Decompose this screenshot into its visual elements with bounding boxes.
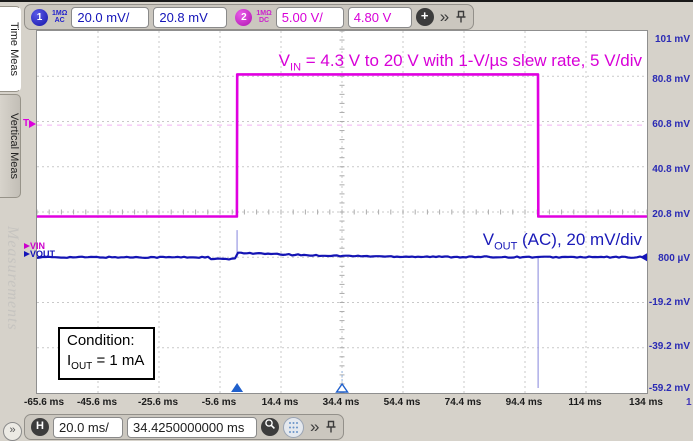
- channel1-scale-field[interactable]: 20.0 mV/: [71, 7, 149, 28]
- channel1-impedance: 1MΩ: [52, 10, 67, 17]
- add-channel-button[interactable]: +: [416, 8, 434, 26]
- y-axis-label: -59.2 mV: [646, 383, 690, 394]
- display-dots-button[interactable]: [283, 417, 304, 438]
- x-axis-label: -65.6 ms: [18, 397, 70, 408]
- channel1-button[interactable]: 1: [31, 9, 48, 26]
- channel2-button[interactable]: 2: [235, 9, 252, 26]
- oscilloscope-app: Time Meas Vertical Meas Measurements » 1…: [0, 0, 693, 441]
- channel2-scale-field[interactable]: 5.00 V/: [276, 7, 344, 28]
- x-axis-label: 74.4 ms: [437, 397, 489, 408]
- horizontal-button[interactable]: H: [31, 418, 49, 436]
- y-axis-label: -19.2 mV: [646, 297, 690, 308]
- horizontal-toolbar: H 20.0 ms/ 34.4250000000 ms »: [24, 414, 344, 440]
- y-axis-label: 101 mV: [646, 34, 690, 45]
- trigger-level-marker[interactable]: T: [23, 118, 36, 129]
- channel1-coupling-mode: AC: [52, 17, 67, 24]
- condition-title: Condition:: [67, 331, 144, 351]
- x-axis-label: 94.4 ms: [498, 397, 550, 408]
- timebase-field[interactable]: 20.0 ms/: [53, 417, 123, 438]
- channel-toolbar: 1 1MΩ AC 20.0 mV/ 20.8 mV 2 1MΩ DC 5.00 …: [24, 4, 474, 30]
- dotted-columns-icon: [288, 421, 299, 434]
- pin-icon[interactable]: [325, 420, 337, 434]
- x-axis-label: -25.6 ms: [132, 397, 184, 408]
- more-chevron-icon[interactable]: »: [308, 417, 321, 437]
- vout-ground-marker[interactable]: VOUT: [24, 249, 55, 259]
- condition-value: IOUT = 1 mA: [67, 351, 144, 374]
- x-axis-label: -45.6 ms: [71, 397, 123, 408]
- channel1-offset-field[interactable]: 20.8 mV: [153, 7, 227, 28]
- zoom-search-button[interactable]: [261, 418, 279, 436]
- channel2-coupling-mode: DC: [256, 17, 271, 24]
- x-axis-label: 34.4 ms: [315, 397, 367, 408]
- vin-annotation: VIN = 4.3 V to 20 V with 1-V/µs slew rat…: [279, 51, 642, 73]
- channel1-coupling[interactable]: 1MΩ AC: [52, 10, 67, 24]
- tab-time-meas[interactable]: Time Meas: [0, 6, 21, 92]
- x-axis-label: -5.6 ms: [193, 397, 245, 408]
- y-axis-label: 60.8 mV: [646, 119, 690, 130]
- trigger-arrow-icon: [29, 120, 36, 128]
- graticule[interactable]: VIN = 4.3 V to 20 V with 1-V/µs slew rat…: [36, 30, 648, 394]
- y-axis-label: 80.8 mV: [646, 74, 690, 85]
- vout-annotation: VOUT (AC), 20 mV/div: [483, 230, 642, 252]
- x-axis-label: 114 ms: [559, 397, 611, 408]
- channel2-impedance: 1MΩ: [256, 10, 271, 17]
- delay-field[interactable]: 34.4250000000 ms: [127, 417, 257, 438]
- channel2-offset-field[interactable]: 4.80 V: [348, 7, 412, 28]
- y-axis-label: 800 µV: [646, 253, 690, 264]
- pin-icon[interactable]: [455, 10, 467, 24]
- y-axis-label: -39.2 mV: [646, 341, 690, 352]
- x-axis-label-clipped: 1: [686, 397, 692, 408]
- x-axis-label: 14.4 ms: [254, 397, 306, 408]
- condition-box: Condition: IOUT = 1 mA: [58, 327, 155, 380]
- more-chevron-icon[interactable]: »: [438, 7, 451, 27]
- tab-vertical-meas[interactable]: Vertical Meas: [0, 94, 21, 198]
- measurements-watermark: Measurements: [1, 226, 21, 398]
- x-axis-label: 134 ms: [620, 397, 672, 408]
- x-axis-label: 54.4 ms: [376, 397, 428, 408]
- y-axis-label: 40.8 mV: [646, 164, 690, 175]
- y-axis-label: 20.8 mV: [646, 209, 690, 220]
- expand-panel-button[interactable]: »: [3, 422, 22, 441]
- channel2-coupling[interactable]: 1MΩ DC: [256, 10, 271, 24]
